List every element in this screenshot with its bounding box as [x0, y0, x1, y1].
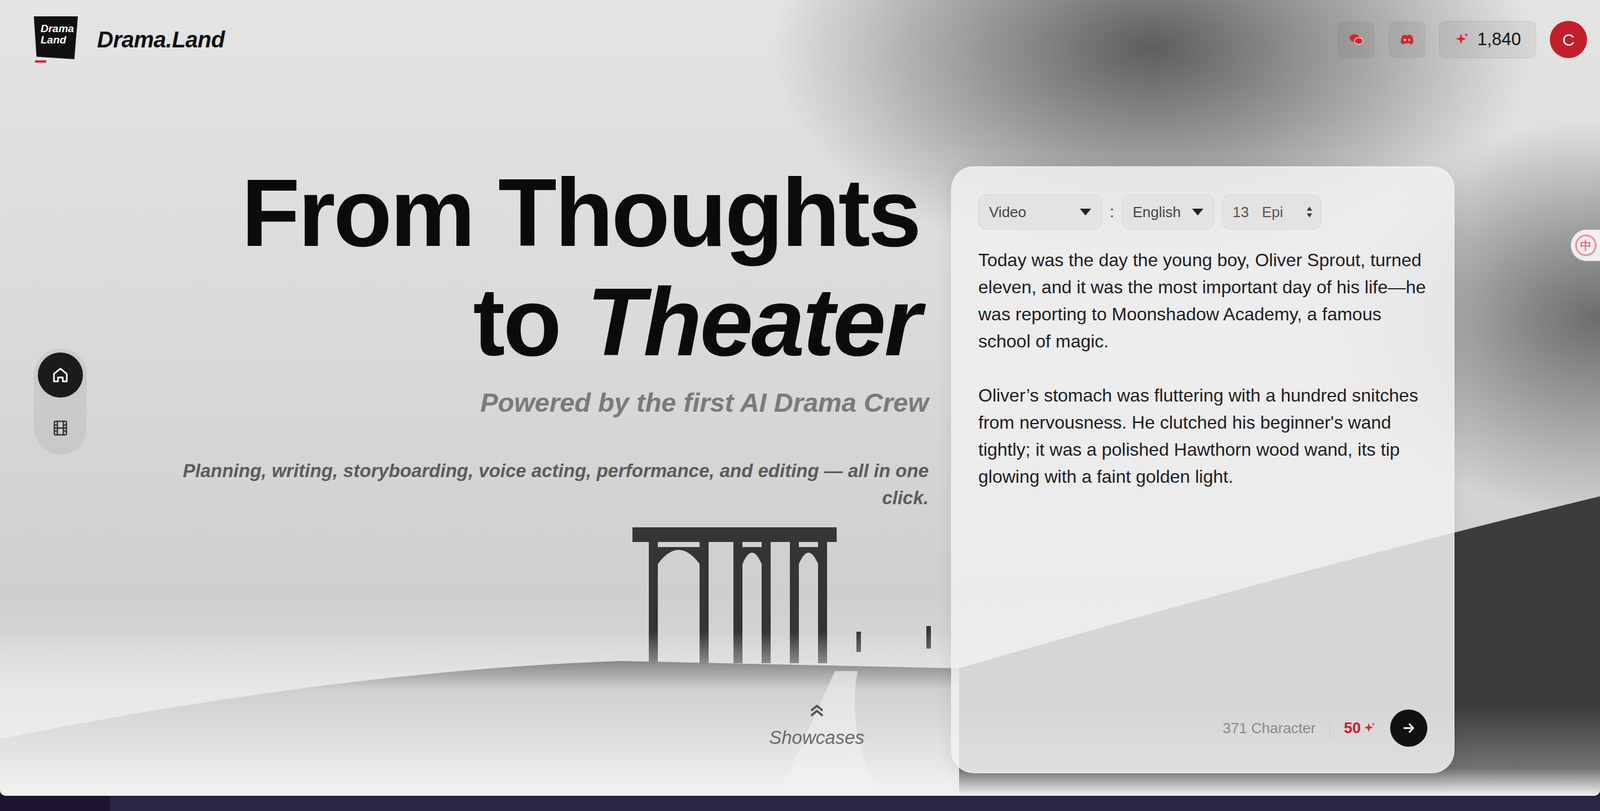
composer-card: Video: English Epi Today was the day the yo…	[951, 166, 1455, 774]
arrow-right-icon	[1400, 720, 1417, 737]
episodes-input[interactable]	[1232, 201, 1258, 224]
composer-footer: 371 Character 50	[978, 709, 1428, 747]
title-line-1: From Thoughts	[241, 157, 920, 268]
hero-subtitle: Powered by the first AI Drama Crew	[480, 387, 929, 419]
sparkle-icon	[1454, 31, 1471, 48]
sidebar-item[interactable]	[37, 352, 83, 398]
credits-balance[interactable]: 1,840	[1439, 20, 1537, 59]
separator: :	[1109, 200, 1115, 224]
home-icon	[50, 365, 70, 385]
brand-logo[interactable]: Drama Land Drama.Land	[33, 16, 225, 63]
format-select[interactable]: Video	[978, 194, 1102, 230]
character-count: 371 Character	[1222, 717, 1316, 740]
wechat-icon	[1347, 31, 1365, 48]
footer-divider	[1329, 718, 1331, 739]
title-word: to	[472, 268, 560, 376]
top-bar: Drama Land Drama.Land 1,840 C	[0, 0, 1600, 79]
logo-mark: Drama Land	[33, 16, 78, 63]
composer-options: Video: English Epi	[978, 194, 1428, 230]
language-select[interactable]: English	[1122, 194, 1215, 230]
language-toggle-label: 中	[1575, 234, 1597, 257]
language-toggle[interactable]: 中	[1570, 229, 1600, 262]
side-nav	[33, 348, 87, 455]
credit-cost: 50	[1343, 717, 1377, 741]
hero: From ThoughtstoTheater Powered by the fir…	[86, 78, 929, 797]
language-value: English	[1132, 201, 1181, 224]
bottom-strip	[0, 796, 1600, 811]
caret-down-icon	[1079, 208, 1092, 216]
discord-button[interactable]	[1388, 20, 1426, 59]
hero-title: From ThoughtstoTheater	[241, 157, 920, 377]
submit-button[interactable]	[1390, 709, 1428, 747]
sidebar-item[interactable]	[37, 405, 83, 451]
episodes-field: Epi	[1222, 194, 1322, 230]
logo-accent	[34, 60, 47, 63]
app-frame: Drama Land Drama.Land 1,840 C From Thoughtst…	[0, 0, 1600, 797]
spinner-icon[interactable]	[1306, 206, 1313, 218]
main-area: From ThoughtstoTheater Powered by the fir…	[0, 78, 1600, 797]
user-avatar[interactable]: C	[1549, 20, 1588, 59]
format-value: Video	[988, 201, 1027, 224]
background-window	[110, 796, 1600, 811]
title-emphasis: Theater	[586, 268, 920, 376]
discord-icon	[1398, 31, 1416, 48]
showcases-link[interactable]: Showcases	[768, 700, 865, 753]
sparkle-icon	[1363, 721, 1377, 736]
film-icon	[51, 419, 70, 438]
logo-badge: Drama Land	[33, 16, 78, 60]
episodes-unit: Epi	[1262, 201, 1302, 224]
cost-value: 50	[1343, 717, 1361, 741]
title-line-2: toTheater	[241, 267, 920, 377]
header-actions: 1,840 C	[1337, 20, 1588, 59]
credits-value: 1,840	[1477, 26, 1522, 54]
showcases-label: Showcases	[768, 723, 865, 753]
brand-name: Drama.Land	[97, 22, 225, 57]
story-textarea[interactable]: Today was the day the young boy, Oliver …	[978, 246, 1428, 710]
wechat-button[interactable]	[1337, 20, 1375, 59]
page-content: Drama Land Drama.Land 1,840 C From Thoughtst…	[0, 0, 1600, 797]
caret-down-icon	[1192, 208, 1204, 216]
hero-description: Planning, writing, storyboarding, voice …	[178, 457, 929, 512]
chevrons-up-icon	[806, 700, 828, 721]
